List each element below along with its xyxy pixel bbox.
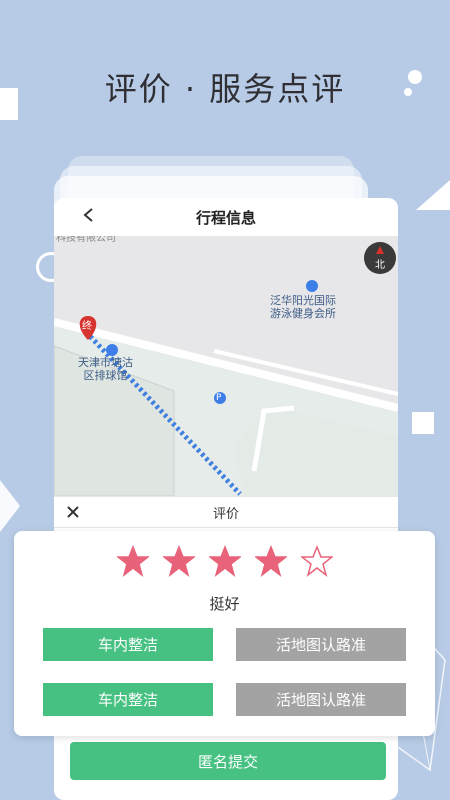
- pool-poi-marker: [306, 280, 318, 292]
- decorative-square: [412, 412, 434, 434]
- back-arrow-icon[interactable]: [82, 208, 96, 222]
- close-icon[interactable]: [66, 505, 80, 519]
- star-filled-icon[interactable]: [208, 545, 241, 577]
- rating-text: 挺好: [209, 595, 240, 613]
- tag-knows-route[interactable]: 活地图认路准: [236, 628, 406, 661]
- rating-bar: 评价: [54, 496, 398, 528]
- tag-clean-car[interactable]: 车内整洁: [43, 628, 213, 661]
- star-filled-icon[interactable]: [254, 545, 287, 577]
- tag-knows-route[interactable]: 活地图认路准: [236, 683, 406, 716]
- decorative-triangle: [416, 180, 450, 210]
- pool-label-line: 游泳健身会所: [270, 307, 336, 320]
- star-filled-icon[interactable]: [162, 545, 195, 577]
- compass-icon[interactable]: 北: [364, 242, 396, 274]
- court-poi-marker: [106, 344, 118, 356]
- star-filled-icon[interactable]: [116, 545, 149, 577]
- rating-card: 挺好 车内整洁 活地图认路准 车内整洁 活地图认路准: [14, 531, 435, 736]
- rating-bar-title: 评价: [212, 506, 239, 522]
- trip-title: 行程信息: [195, 208, 256, 227]
- court-label-line: 区排球馆: [83, 369, 128, 382]
- court-poi-label: 天津市塘沽 区排球馆: [78, 356, 133, 382]
- parking-label: P: [216, 393, 222, 403]
- decorative-triangle: [0, 480, 20, 532]
- pool-label-line: 泛华阳光国际: [270, 294, 336, 307]
- end-marker-text: 终: [82, 321, 92, 332]
- company-label: 科技有限公司: [56, 236, 116, 244]
- court-label-line: 天津市塘沽: [78, 356, 133, 369]
- anonymous-submit-button[interactable]: 匿名提交: [70, 742, 386, 780]
- pool-poi-label: 泛华阳光国际 游泳健身会所: [270, 294, 336, 320]
- tag-clean-car[interactable]: 车内整洁: [43, 683, 213, 716]
- star-empty-icon[interactable]: [300, 545, 333, 577]
- screen: { "headline": "评价 · 服务点评", "trip": { "ti…: [0, 0, 450, 800]
- star-rating: [14, 545, 435, 577]
- page-headline: 评价 · 服务点评: [104, 70, 346, 108]
- compass-north: 北: [375, 259, 385, 271]
- trip-header: 行程信息: [54, 198, 398, 237]
- route-map[interactable]: 科技有限公司 泛华阳光国际 游泳健身会所 天津市塘沽 区排球馆 终 P 北: [54, 236, 398, 496]
